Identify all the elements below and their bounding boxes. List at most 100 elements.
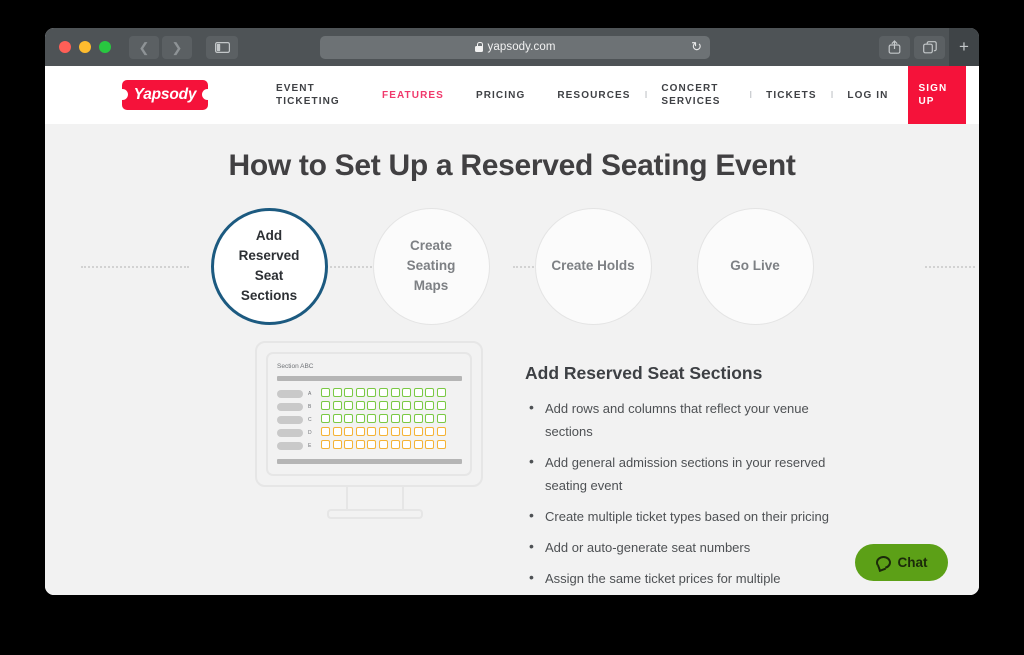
browser-toolbar: ❮ ❯ yapsody.com ↻ +	[45, 28, 979, 66]
seat-row	[321, 401, 462, 412]
seat	[344, 427, 354, 436]
seat	[344, 401, 354, 410]
seat	[402, 401, 412, 410]
list-item: Create multiple ticket types based on th…	[525, 504, 855, 528]
row-pill	[277, 441, 303, 450]
step-add-reserved-seat-sections[interactable]: Add Reserved Seat Sections	[210, 207, 328, 325]
nav-divider: I	[749, 89, 753, 101]
nav-divider: I	[644, 89, 648, 101]
share-button[interactable]	[879, 35, 910, 59]
seat	[332, 388, 342, 397]
seat	[436, 401, 446, 410]
toolbar-right-buttons	[879, 35, 945, 59]
seat	[367, 388, 377, 397]
nav-item-log-in[interactable]: LOG IN	[847, 89, 888, 102]
seat	[355, 401, 365, 410]
seat	[355, 440, 365, 449]
page-title: How to Set Up a Reserved Seating Event	[228, 149, 796, 182]
sidebar-toggle-button[interactable]	[206, 35, 238, 59]
step-create-holds[interactable]: Create Holds	[534, 207, 652, 325]
step-go-live[interactable]: Go Live	[696, 207, 814, 325]
nav-item-tickets[interactable]: TICKETS	[766, 89, 816, 102]
step-heading: Add Reserved Seat Sections	[525, 363, 763, 383]
url-text: yapsody.com	[487, 41, 556, 53]
nav-item-pricing[interactable]: PRICING	[476, 89, 525, 102]
lock-icon	[474, 42, 483, 52]
sidebar-icon	[214, 41, 230, 53]
nav-divider: I	[830, 89, 834, 101]
step-label: Create Seating Maps	[406, 238, 456, 293]
seat	[378, 388, 388, 397]
seat	[402, 440, 412, 449]
seat-row	[321, 414, 462, 425]
seat	[425, 401, 435, 410]
row-labels: A B C D E	[277, 388, 321, 453]
row-pill	[277, 428, 303, 437]
seat	[355, 414, 365, 423]
monitor-base	[327, 509, 423, 519]
seat	[321, 427, 330, 436]
seat-row	[321, 427, 462, 438]
seat	[378, 427, 388, 436]
seat	[332, 401, 342, 410]
navigation-buttons: ❮ ❯	[129, 35, 192, 59]
step-connector	[925, 266, 975, 268]
address-bar[interactable]: yapsody.com ↻	[320, 35, 710, 59]
row-label-item: C	[277, 414, 321, 425]
forward-button[interactable]: ❯	[162, 35, 192, 59]
step-label: Create Holds	[551, 258, 635, 273]
tabs-button[interactable]	[914, 35, 945, 59]
nav-item-features[interactable]: FEATURES	[382, 89, 444, 102]
seat	[425, 440, 435, 449]
seat-grid: A B C D E	[277, 388, 462, 453]
step-create-seating-maps[interactable]: Create Seating Maps	[372, 207, 490, 325]
browser-window: ❮ ❯ yapsody.com ↻ + Yapsody EVENT TICKET…	[45, 28, 979, 595]
top-bar	[277, 376, 462, 381]
sign-up-button[interactable]: SIGN UP	[908, 66, 967, 124]
seat	[321, 388, 330, 397]
monitor-stand	[346, 487, 404, 509]
seat-row	[321, 440, 462, 451]
seat	[413, 401, 423, 410]
seat	[425, 427, 435, 436]
seat	[367, 427, 377, 436]
row-pill	[277, 415, 303, 424]
seat	[390, 388, 400, 397]
chat-label: Chat	[897, 555, 928, 570]
list-item: Assign the same ticket prices for multip…	[525, 566, 855, 595]
page-body: How to Set Up a Reserved Seating Event A…	[45, 124, 979, 595]
nav-item-event-ticketing[interactable]: EVENT TICKETING	[276, 82, 350, 108]
seat	[367, 414, 377, 423]
seat	[413, 427, 423, 436]
chat-widget-button[interactable]: Chat	[855, 544, 948, 581]
monitor-screen: Section ABC A B C D E	[266, 352, 472, 476]
maximize-window-button[interactable]	[99, 41, 111, 53]
close-window-button[interactable]	[59, 41, 71, 53]
minimize-window-button[interactable]	[79, 41, 91, 53]
row-label-item: D	[277, 427, 321, 438]
seat	[367, 401, 377, 410]
step-content: Section ABC A B C D E Add Reserved Seat …	[45, 339, 979, 595]
seat	[355, 427, 365, 436]
seat	[344, 440, 354, 449]
seat	[413, 440, 423, 449]
steps-progress: Add Reserved Seat Sections Create Seatin…	[45, 205, 979, 327]
back-button[interactable]: ❮	[129, 35, 159, 59]
seat	[413, 414, 423, 423]
seat	[332, 414, 342, 423]
nav-item-concert-services[interactable]: CONCERT SERVICES	[661, 82, 735, 108]
seat	[425, 414, 435, 423]
seat	[402, 427, 412, 436]
reload-icon[interactable]: ↻	[691, 39, 702, 55]
seat	[321, 414, 330, 423]
seat	[413, 388, 423, 397]
nav-item-resources[interactable]: RESOURCES	[557, 89, 630, 102]
seat	[344, 388, 354, 397]
section-label: Section ABC	[277, 363, 314, 370]
seat-row	[321, 388, 462, 399]
row-label-item: B	[277, 401, 321, 412]
seat	[321, 401, 330, 410]
step-label: Add Reserved Seat Sections	[238, 228, 300, 303]
yapsody-logo[interactable]: Yapsody	[117, 80, 213, 110]
new-tab-button[interactable]: +	[949, 28, 979, 66]
